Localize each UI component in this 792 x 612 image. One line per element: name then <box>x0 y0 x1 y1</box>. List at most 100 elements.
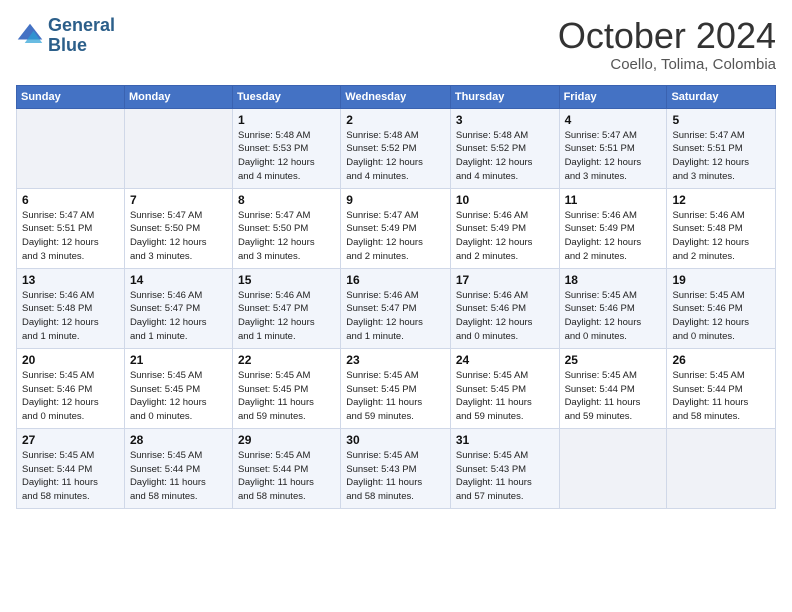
calendar-day-header: Thursday <box>450 85 559 108</box>
day-info: Sunrise: 5:47 AMSunset: 5:50 PMDaylight:… <box>238 209 335 264</box>
day-info: Sunrise: 5:48 AMSunset: 5:52 PMDaylight:… <box>456 129 554 184</box>
day-number: 15 <box>238 273 335 287</box>
calendar-cell <box>559 428 667 508</box>
calendar-day-header: Wednesday <box>341 85 451 108</box>
day-info: Sunrise: 5:45 AMSunset: 5:44 PMDaylight:… <box>22 449 119 504</box>
day-info: Sunrise: 5:45 AMSunset: 5:44 PMDaylight:… <box>238 449 335 504</box>
calendar-table: SundayMondayTuesdayWednesdayThursdayFrid… <box>16 85 776 509</box>
calendar-cell: 21Sunrise: 5:45 AMSunset: 5:45 PMDayligh… <box>124 348 232 428</box>
calendar-day-header: Tuesday <box>233 85 341 108</box>
day-number: 28 <box>130 433 227 447</box>
day-number: 9 <box>346 193 445 207</box>
day-info: Sunrise: 5:45 AMSunset: 5:45 PMDaylight:… <box>238 369 335 424</box>
location: Coello, Tolima, Colombia <box>558 56 776 73</box>
calendar-cell: 30 Sunrise: 5:45 AMSunset: 5:43 PMDayligh… <box>341 428 451 508</box>
day-number: 26 <box>672 353 770 367</box>
day-info: Sunrise: 5:45 AMSunset: 5:43 PMDaylight:… <box>456 449 554 504</box>
day-number: 17 <box>456 273 554 287</box>
day-number: 13 <box>22 273 119 287</box>
day-info: Sunrise: 5:46 AMSunset: 5:48 PMDaylight:… <box>22 289 119 344</box>
day-info: Sunrise: 5:45 AMSunset: 5:44 PMDaylight:… <box>130 449 227 504</box>
day-number: 2 <box>346 113 445 127</box>
calendar-cell: 16 Sunrise: 5:46 AMSunset: 5:47 PMDayligh… <box>341 268 451 348</box>
day-info: Sunrise: 5:45 AMSunset: 5:46 PMDaylight:… <box>22 369 119 424</box>
day-number: 27 <box>22 433 119 447</box>
day-info: Sunrise: 5:45 AMSunset: 5:43 PMDaylight:… <box>346 449 445 504</box>
calendar-cell: 26 Sunrise: 5:45 AMSunset: 5:44 PMDayligh… <box>667 348 776 428</box>
calendar-cell: 27 Sunrise: 5:45 AMSunset: 5:44 PMDayligh… <box>17 428 125 508</box>
day-number: 6 <box>22 193 119 207</box>
day-info: Sunrise: 5:45 AMSunset: 5:44 PMDaylight:… <box>565 369 662 424</box>
calendar-header-row: SundayMondayTuesdayWednesdayThursdayFrid… <box>17 85 776 108</box>
calendar-cell: 8 Sunrise: 5:47 AMSunset: 5:50 PMDaylight… <box>233 188 341 268</box>
calendar-cell: 17 Sunrise: 5:46 AMSunset: 5:46 PMDayligh… <box>450 268 559 348</box>
day-info: Sunrise: 5:46 AMSunset: 5:47 PMDaylight:… <box>346 289 445 344</box>
logo-text: General Blue <box>48 16 115 56</box>
title-block: October 2024 Coello, Tolima, Colombia <box>558 16 776 73</box>
calendar-cell: 10Sunrise: 5:46 AMSunset: 5:49 PMDayligh… <box>450 188 559 268</box>
day-number: 12 <box>672 193 770 207</box>
day-number: 23 <box>346 353 445 367</box>
day-number: 16 <box>346 273 445 287</box>
day-info: Sunrise: 5:47 AMSunset: 5:51 PMDaylight:… <box>672 129 770 184</box>
page: General Blue October 2024 Coello, Tolima… <box>0 0 792 612</box>
calendar-cell: 15 Sunrise: 5:46 AMSunset: 5:47 PMDayligh… <box>233 268 341 348</box>
day-number: 8 <box>238 193 335 207</box>
calendar-cell: 22 Sunrise: 5:45 AMSunset: 5:45 PMDayligh… <box>233 348 341 428</box>
day-number: 30 <box>346 433 445 447</box>
day-number: 11 <box>565 193 662 207</box>
day-number: 18 <box>565 273 662 287</box>
logo-icon <box>16 22 44 50</box>
calendar-week-row: 27 Sunrise: 5:45 AMSunset: 5:44 PMDayligh… <box>17 428 776 508</box>
day-number: 3 <box>456 113 554 127</box>
calendar-cell <box>667 428 776 508</box>
day-info: Sunrise: 5:45 AMSunset: 5:45 PMDaylight:… <box>346 369 445 424</box>
day-number: 5 <box>672 113 770 127</box>
day-info: Sunrise: 5:47 AMSunset: 5:51 PMDaylight:… <box>565 129 662 184</box>
day-info: Sunrise: 5:46 AMSunset: 5:46 PMDaylight:… <box>456 289 554 344</box>
day-info: Sunrise: 5:46 AMSunset: 5:47 PMDaylight:… <box>238 289 335 344</box>
calendar-cell: 29Sunrise: 5:45 AMSunset: 5:44 PMDayligh… <box>233 428 341 508</box>
calendar-cell: 4Sunrise: 5:47 AMSunset: 5:51 PMDaylight… <box>559 108 667 188</box>
month-title: October 2024 <box>558 16 776 56</box>
day-number: 22 <box>238 353 335 367</box>
day-info: Sunrise: 5:45 AMSunset: 5:46 PMDaylight:… <box>565 289 662 344</box>
day-number: 14 <box>130 273 227 287</box>
day-number: 1 <box>238 113 335 127</box>
day-info: Sunrise: 5:46 AMSunset: 5:49 PMDaylight:… <box>456 209 554 264</box>
calendar-day-header: Friday <box>559 85 667 108</box>
calendar-cell: 13 Sunrise: 5:46 AMSunset: 5:48 PMDayligh… <box>17 268 125 348</box>
calendar-cell: 31 Sunrise: 5:45 AMSunset: 5:43 PMDayligh… <box>450 428 559 508</box>
calendar-cell: 25 Sunrise: 5:45 AMSunset: 5:44 PMDayligh… <box>559 348 667 428</box>
calendar-cell: 1 Sunrise: 5:48 AMSunset: 5:53 PMDaylight… <box>233 108 341 188</box>
calendar-day-header: Monday <box>124 85 232 108</box>
day-info: Sunrise: 5:45 AMSunset: 5:45 PMDaylight:… <box>456 369 554 424</box>
calendar-cell: 23 Sunrise: 5:45 AMSunset: 5:45 PMDayligh… <box>341 348 451 428</box>
day-info: Sunrise: 5:45 AMSunset: 5:46 PMDaylight:… <box>672 289 770 344</box>
day-info: Sunrise: 5:45 AMSunset: 5:44 PMDaylight:… <box>672 369 770 424</box>
calendar-cell: 20Sunrise: 5:45 AMSunset: 5:46 PMDayligh… <box>17 348 125 428</box>
calendar-cell: 19 Sunrise: 5:45 AMSunset: 5:46 PMDayligh… <box>667 268 776 348</box>
day-info: Sunrise: 5:48 AMSunset: 5:52 PMDaylight:… <box>346 129 445 184</box>
calendar-cell: 6 Sunrise: 5:47 AMSunset: 5:51 PMDaylight… <box>17 188 125 268</box>
calendar-day-header: Sunday <box>17 85 125 108</box>
calendar-cell: 14Sunrise: 5:46 AMSunset: 5:47 PMDayligh… <box>124 268 232 348</box>
day-info: Sunrise: 5:46 AMSunset: 5:49 PMDaylight:… <box>565 209 662 264</box>
calendar-cell: 5 Sunrise: 5:47 AMSunset: 5:51 PMDaylight… <box>667 108 776 188</box>
calendar-week-row: 1 Sunrise: 5:48 AMSunset: 5:53 PMDaylight… <box>17 108 776 188</box>
day-info: Sunrise: 5:45 AMSunset: 5:45 PMDaylight:… <box>130 369 227 424</box>
day-number: 19 <box>672 273 770 287</box>
calendar-cell: 3 Sunrise: 5:48 AMSunset: 5:52 PMDaylight… <box>450 108 559 188</box>
calendar-cell: 12Sunrise: 5:46 AMSunset: 5:48 PMDayligh… <box>667 188 776 268</box>
day-info: Sunrise: 5:47 AMSunset: 5:51 PMDaylight:… <box>22 209 119 264</box>
day-number: 24 <box>456 353 554 367</box>
day-info: Sunrise: 5:47 AMSunset: 5:49 PMDaylight:… <box>346 209 445 264</box>
calendar-week-row: 6 Sunrise: 5:47 AMSunset: 5:51 PMDaylight… <box>17 188 776 268</box>
day-number: 31 <box>456 433 554 447</box>
day-info: Sunrise: 5:48 AMSunset: 5:53 PMDaylight:… <box>238 129 335 184</box>
day-info: Sunrise: 5:47 AMSunset: 5:50 PMDaylight:… <box>130 209 227 264</box>
logo: General Blue <box>16 16 115 56</box>
calendar-cell: 11 Sunrise: 5:46 AMSunset: 5:49 PMDayligh… <box>559 188 667 268</box>
day-number: 25 <box>565 353 662 367</box>
calendar-day-header: Saturday <box>667 85 776 108</box>
